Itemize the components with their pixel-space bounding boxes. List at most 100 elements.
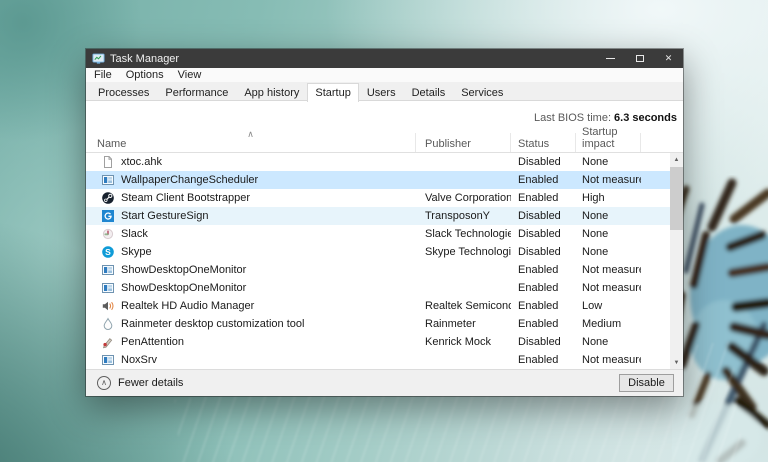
menu-bar: FileOptionsView: [86, 68, 683, 83]
window-icon: [101, 173, 115, 187]
startup-item-name: Realtek HD Audio Manager: [121, 300, 254, 312]
tab-services[interactable]: Services: [453, 84, 511, 101]
startup-item-name: PenAttention: [121, 336, 184, 348]
scroll-down-icon[interactable]: ▼: [670, 356, 683, 369]
startup-item-publisher: [416, 171, 511, 189]
table-row[interactable]: WallpaperChangeScheduler Enabled Not mea…: [86, 171, 670, 189]
svg-text:S: S: [105, 247, 111, 257]
tab-performance[interactable]: Performance: [157, 84, 236, 101]
vertical-scrollbar[interactable]: ▲ ▼: [670, 153, 683, 369]
droplet-icon: [101, 317, 115, 331]
column-header-status[interactable]: Status: [511, 133, 576, 152]
desktop-wallpaper: Task Manager ✕ FileOptionsView Processes…: [0, 0, 768, 462]
task-manager-icon: [92, 52, 105, 65]
startup-item-name: Rainmeter desktop customization tool: [121, 318, 304, 330]
fewer-details-toggle[interactable]: ∧ Fewer details: [97, 376, 183, 390]
startup-item-impact: High: [576, 189, 641, 207]
startup-item-publisher: TransposonY: [416, 207, 511, 225]
startup-item-impact: None: [576, 333, 641, 351]
file-icon: [101, 155, 115, 169]
table-row[interactable]: Start GestureSign TransposonY Disabled N…: [86, 207, 670, 225]
minimize-button[interactable]: [596, 49, 625, 68]
startup-item-status: Enabled: [511, 171, 576, 189]
table-row[interactable]: Slack Slack Technologies Inc. Disabled N…: [86, 225, 670, 243]
startup-item-publisher: Rainmeter: [416, 315, 511, 333]
startup-item-status: Disabled: [511, 153, 576, 171]
column-header-publisher[interactable]: Publisher: [416, 133, 511, 152]
last-bios-time-label: Last BIOS time:: [534, 112, 611, 124]
column-header-name[interactable]: ∧ Name: [86, 133, 416, 152]
startup-item-publisher: Valve Corporation: [416, 189, 511, 207]
sort-ascending-icon: ∧: [247, 130, 254, 139]
startup-item-impact: None: [576, 207, 641, 225]
startup-item-name: ShowDesktopOneMonitor: [121, 282, 246, 294]
fewer-details-label: Fewer details: [118, 377, 183, 389]
startup-item-name: Steam Client Bootstrapper: [121, 192, 250, 204]
table-row[interactable]: Steam Client Bootstrapper Valve Corporat…: [86, 189, 670, 207]
table-row[interactable]: Realtek HD Audio Manager Realtek Semicon…: [86, 297, 670, 315]
window-icon: [101, 353, 115, 367]
startup-item-status: Enabled: [511, 261, 576, 279]
startup-item-impact: Not measured: [576, 351, 641, 369]
close-icon: ✕: [665, 54, 673, 63]
menu-view[interactable]: View: [171, 68, 209, 83]
window-title: Task Manager: [110, 53, 179, 65]
close-button[interactable]: ✕: [654, 49, 683, 68]
startup-item-status: Enabled: [511, 279, 576, 297]
table-row[interactable]: PenAttention Kenrick Mock Disabled None: [86, 333, 670, 351]
tab-processes[interactable]: Processes: [90, 84, 157, 101]
menu-options[interactable]: Options: [119, 68, 171, 83]
table-row[interactable]: ShowDesktopOneMonitor Enabled Not measur…: [86, 279, 670, 297]
maximize-button[interactable]: [625, 49, 654, 68]
startup-item-status: Disabled: [511, 243, 576, 261]
pen-icon: [101, 335, 115, 349]
footer-bar: ∧ Fewer details Disable: [86, 369, 683, 396]
table-header: ∧ Name Publisher Status Startup impact: [86, 133, 683, 153]
table-row[interactable]: NoxSrv Enabled Not measured: [86, 351, 670, 369]
table-row[interactable]: Rainmeter desktop customization tool Rai…: [86, 315, 670, 333]
steam-icon: [101, 191, 115, 205]
tab-details[interactable]: Details: [404, 84, 454, 101]
startup-item-status: Disabled: [511, 225, 576, 243]
startup-item-name: Slack: [121, 228, 148, 240]
startup-item-name: Start GestureSign: [121, 210, 208, 222]
startup-table-body: xtoc.ahk Disabled None WallpaperChangeSc…: [86, 153, 670, 369]
startup-item-status: Enabled: [511, 351, 576, 369]
startup-item-publisher: Skype Technologies S.A.: [416, 243, 511, 261]
startup-item-impact: Not measured: [576, 171, 641, 189]
disable-button[interactable]: Disable: [619, 374, 674, 392]
minimize-icon: [606, 58, 615, 59]
startup-item-impact: Low: [576, 297, 641, 315]
menu-file[interactable]: File: [87, 68, 119, 83]
tab-app-history[interactable]: App history: [236, 84, 307, 101]
chevron-up-circle-icon: ∧: [97, 376, 111, 390]
last-bios-time-value: 6.3 seconds: [614, 112, 677, 124]
startup-item-name: NoxSrv: [121, 354, 157, 366]
startup-item-name: WallpaperChangeScheduler: [121, 174, 258, 186]
title-bar[interactable]: Task Manager ✕: [86, 49, 683, 68]
window-icon: [101, 263, 115, 277]
startup-item-impact: Medium: [576, 315, 641, 333]
skype-icon: S: [101, 245, 115, 259]
startup-item-publisher: [416, 279, 511, 297]
table-row[interactable]: S Skype Skype Technologies S.A. Disabled…: [86, 243, 670, 261]
scrollbar-thumb[interactable]: [670, 167, 683, 230]
table-row[interactable]: ShowDesktopOneMonitor Enabled Not measur…: [86, 261, 670, 279]
startup-item-publisher: [416, 261, 511, 279]
maximize-icon: [636, 55, 644, 62]
startup-item-impact: None: [576, 243, 641, 261]
startup-item-status: Enabled: [511, 315, 576, 333]
scroll-up-icon[interactable]: ▲: [670, 153, 683, 166]
startup-item-publisher: [416, 153, 511, 171]
column-header-startup-impact[interactable]: Startup impact: [576, 133, 641, 152]
startup-item-publisher: Kenrick Mock: [416, 333, 511, 351]
startup-item-impact: None: [576, 153, 641, 171]
startup-item-name: ShowDesktopOneMonitor: [121, 264, 246, 276]
tab-users[interactable]: Users: [359, 84, 404, 101]
startup-item-impact: Not measured: [576, 261, 641, 279]
tab-startup[interactable]: Startup: [307, 83, 358, 102]
table-row[interactable]: xtoc.ahk Disabled None: [86, 153, 670, 171]
startup-item-publisher: Realtek Semiconductor: [416, 297, 511, 315]
startup-item-name: Skype: [121, 246, 152, 258]
task-manager-window: Task Manager ✕ FileOptionsView Processes…: [86, 49, 683, 396]
